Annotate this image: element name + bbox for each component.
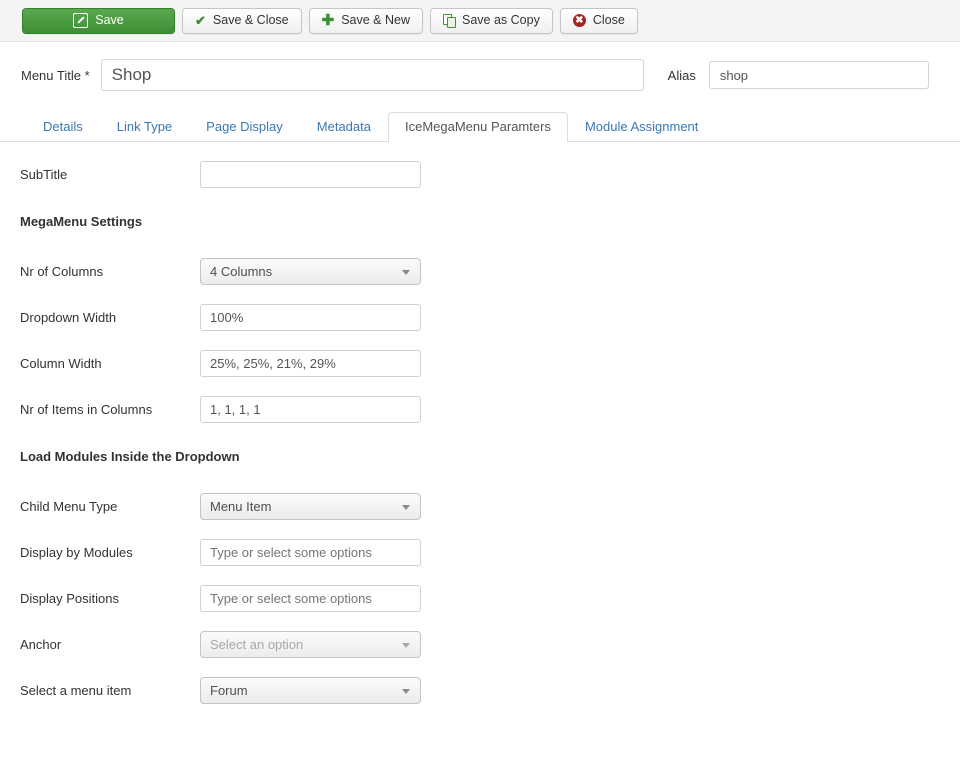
copy-icon <box>443 14 456 28</box>
tab-link-type-label: Link Type <box>116 119 173 134</box>
child-menu-type-select[interactable]: Menu Item <box>200 493 421 520</box>
dropdown-width-label: Dropdown Width <box>20 310 117 325</box>
save-as-copy-button[interactable]: Save as Copy <box>430 7 553 34</box>
close-icon: ✖ <box>572 14 586 27</box>
nr-of-columns-value: 4 Columns <box>210 264 273 279</box>
tab-bar: Details Link Type Page Display Metadata … <box>0 109 960 142</box>
tab-icemegamenu-parameters-label: IceMegaMenu Paramters <box>404 119 551 134</box>
column-width-input[interactable] <box>200 350 421 377</box>
tab-page-display-label: Page Display <box>206 119 283 134</box>
field-row-select-a-menu-item: Select a menu item Forum <box>20 676 960 705</box>
field-row-nr-of-items-in-columns: Nr of Items in Columns <box>20 395 960 424</box>
load-modules-heading: Load Modules Inside the Dropdown <box>20 449 240 464</box>
display-positions-label: Display Positions <box>20 591 119 606</box>
anchor-select[interactable]: Select an option <box>200 631 421 658</box>
save-button-label: Save <box>95 13 124 28</box>
field-row-anchor: Anchor Select an option <box>20 630 960 659</box>
edit-icon <box>73 13 89 28</box>
tab-details-label: Details <box>43 119 83 134</box>
field-row-column-width: Column Width <box>20 349 960 378</box>
field-row-display-by-modules: Display by Modules <box>20 538 960 567</box>
toolbar: Save ✔ Save & Close ✚ Save & New Save as… <box>0 0 960 42</box>
save-and-new-button[interactable]: ✚ Save & New <box>308 7 423 34</box>
chevron-down-icon <box>402 688 410 694</box>
subtitle-label: SubTitle <box>20 167 68 182</box>
anchor-value: Select an option <box>210 637 304 652</box>
display-positions-input[interactable] <box>200 585 421 612</box>
subtitle-input[interactable] <box>200 161 421 188</box>
save-and-close-button[interactable]: ✔ Save & Close <box>182 7 302 34</box>
tab-page-display[interactable]: Page Display <box>189 112 300 141</box>
nr-of-columns-label: Nr of Columns <box>20 264 104 279</box>
display-by-modules-label: Display by Modules <box>20 545 133 560</box>
tab-details[interactable]: Details <box>26 112 100 141</box>
nr-of-columns-select[interactable]: 4 Columns <box>200 258 421 285</box>
tab-module-assignment-label: Module Assignment <box>584 119 699 134</box>
field-row-subtitle: SubTitle <box>20 160 960 189</box>
chevron-down-icon <box>402 642 410 648</box>
save-button[interactable]: Save <box>22 7 175 34</box>
icemegamenu-parameters-panel: SubTitle MegaMenu Settings Nr of Columns… <box>0 142 960 705</box>
child-menu-type-label: Child Menu Type <box>20 499 118 514</box>
display-by-modules-input[interactable] <box>200 539 421 566</box>
megamenu-settings-heading: MegaMenu Settings <box>20 214 143 229</box>
field-row-nr-of-columns: Nr of Columns 4 Columns <box>20 257 960 286</box>
select-a-menu-item-label: Select a menu item <box>20 683 132 698</box>
child-menu-type-value: Menu Item <box>210 499 272 514</box>
save-and-close-button-label: Save & Close <box>212 13 289 28</box>
nr-of-items-in-columns-label: Nr of Items in Columns <box>20 402 153 417</box>
tab-link-type[interactable]: Link Type <box>100 112 189 141</box>
column-width-label: Column Width <box>20 356 102 371</box>
tab-icemegamenu-parameters[interactable]: IceMegaMenu Paramters <box>387 112 568 142</box>
save-as-copy-button-label: Save as Copy <box>462 13 540 28</box>
check-icon: ✔ <box>195 13 206 28</box>
tab-module-assignment[interactable]: Module Assignment <box>568 112 715 141</box>
menu-title-label: Menu Title * <box>21 67 90 83</box>
field-row-dropdown-width: Dropdown Width <box>20 303 960 332</box>
chevron-down-icon <box>402 504 410 510</box>
select-a-menu-item-select[interactable]: Forum <box>200 677 421 704</box>
close-button-label: Close <box>592 13 625 28</box>
tab-metadata[interactable]: Metadata <box>300 112 388 141</box>
plus-icon: ✚ <box>321 12 335 29</box>
save-and-new-button-label: Save & New <box>341 13 410 28</box>
title-row: Menu Title * Alias <box>0 42 960 91</box>
chevron-down-icon <box>402 269 410 275</box>
alias-input[interactable] <box>708 61 929 89</box>
field-row-child-menu-type: Child Menu Type Menu Item <box>20 492 960 521</box>
menu-title-input[interactable] <box>100 59 644 91</box>
close-button[interactable]: ✖ Close <box>559 7 638 34</box>
tab-metadata-label: Metadata <box>316 119 371 134</box>
select-a-menu-item-value: Forum <box>210 683 248 698</box>
dropdown-width-input[interactable] <box>200 304 421 331</box>
nr-of-items-in-columns-input[interactable] <box>200 396 421 423</box>
field-row-display-positions: Display Positions <box>20 584 960 613</box>
anchor-label: Anchor <box>20 637 62 652</box>
alias-label: Alias <box>667 67 696 83</box>
